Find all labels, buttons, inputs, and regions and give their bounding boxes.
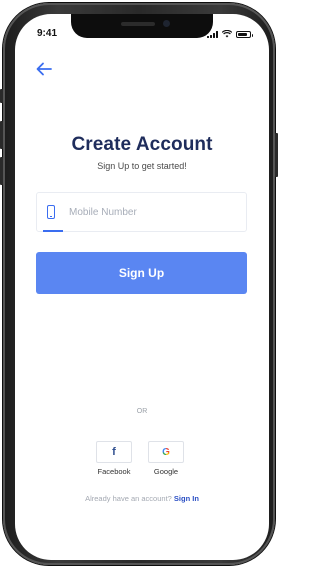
sign-in-prompt: Already have an account? <box>85 494 174 503</box>
volume-down-button <box>0 157 3 185</box>
google-label: Google <box>153 467 179 476</box>
google-button[interactable]: G <box>148 441 184 463</box>
mobile-phone-icon <box>47 205 55 219</box>
or-divider: OR <box>136 408 148 415</box>
notch <box>71 14 213 38</box>
mobile-number-input[interactable] <box>69 204 239 220</box>
battery-level <box>238 33 247 36</box>
facebook-icon: f <box>112 446 116 458</box>
power-button <box>275 133 278 177</box>
page-subtitle: Sign Up to get started! <box>97 161 187 171</box>
speaker <box>121 22 155 26</box>
sign-in-link[interactable]: Sign In <box>174 494 199 503</box>
facebook-label: Facebook <box>97 467 131 476</box>
sign-up-button[interactable]: Sign Up <box>36 252 247 294</box>
silent-switch <box>0 89 3 103</box>
phone-frame: 9:41 Create Account Sign Up to get start… <box>0 3 278 565</box>
page-title: Create Account <box>71 134 213 155</box>
sign-in-row: Already have an account? Sign In <box>15 494 269 503</box>
front-camera <box>163 20 170 27</box>
battery-icon <box>236 31 253 38</box>
field-focus-indicator <box>43 230 63 232</box>
facebook-button[interactable]: f <box>96 441 132 463</box>
google-icon: G <box>162 446 170 458</box>
mobile-number-field[interactable] <box>36 192 247 232</box>
cellular-signal-icon <box>207 31 218 38</box>
wifi-icon <box>222 30 232 38</box>
status-icons <box>207 29 253 38</box>
status-time: 9:41 <box>37 28 58 39</box>
app-screen: 9:41 Create Account Sign Up to get start… <box>15 14 269 560</box>
volume-up-button <box>0 121 3 149</box>
arrow-left-icon[interactable] <box>35 60 53 78</box>
